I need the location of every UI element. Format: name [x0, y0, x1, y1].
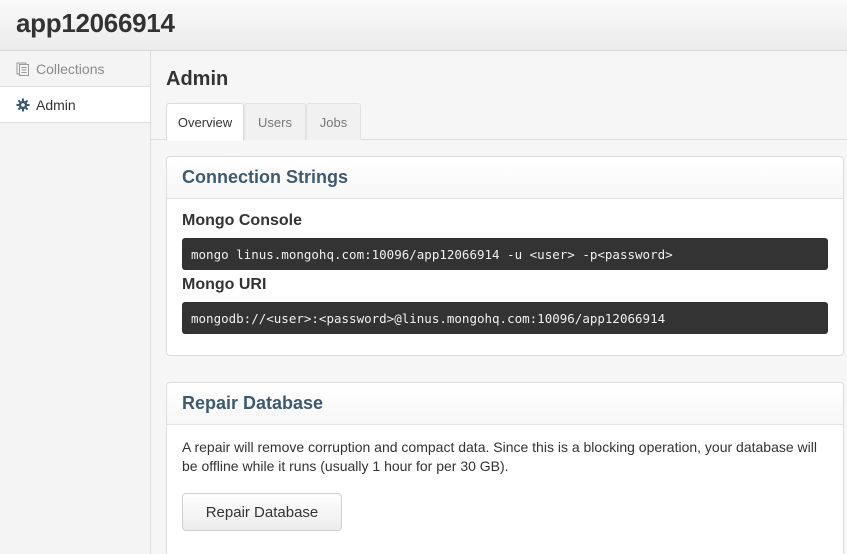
- mongo-uri-string[interactable]: mongodb://<user>:<password>@linus.mongoh…: [182, 302, 828, 334]
- top-bar: app12066914: [0, 0, 847, 51]
- mongo-console-string[interactable]: mongo linus.mongohq.com:10096/app1206691…: [182, 238, 828, 270]
- app-title: app12066914: [16, 8, 175, 38]
- sidebar-item-label: Collections: [36, 60, 105, 77]
- gear-icon: [16, 98, 30, 112]
- tab-jobs[interactable]: Jobs: [306, 103, 361, 140]
- tab-overview[interactable]: Overview: [166, 103, 244, 141]
- document-stack-icon: [16, 62, 30, 76]
- page-title: Admin: [166, 68, 229, 90]
- sidebar: Collections Admin: [0, 51, 151, 554]
- tab-users[interactable]: Users: [244, 103, 306, 140]
- repair-database-panel: Repair Database A repair will remove cor…: [166, 382, 844, 554]
- repair-description: A repair will remove corruption and comp…: [182, 439, 817, 474]
- sidebar-item-collections[interactable]: Collections: [0, 51, 150, 87]
- repair-database-heading: Repair Database: [167, 383, 843, 425]
- mongo-console-label: Mongo Console: [182, 212, 302, 229]
- connection-strings-heading: Connection Strings: [167, 157, 843, 199]
- sidebar-item-admin[interactable]: Admin: [0, 87, 150, 123]
- connection-strings-panel: Connection Strings Mongo Console mongo l…: [166, 156, 844, 356]
- main-content: Admin Overview Users Jobs Connection Str…: [151, 51, 847, 554]
- sidebar-item-label: Admin: [36, 96, 76, 113]
- repair-database-button[interactable]: Repair Database: [182, 493, 342, 531]
- mongo-uri-label: Mongo URI: [182, 276, 267, 293]
